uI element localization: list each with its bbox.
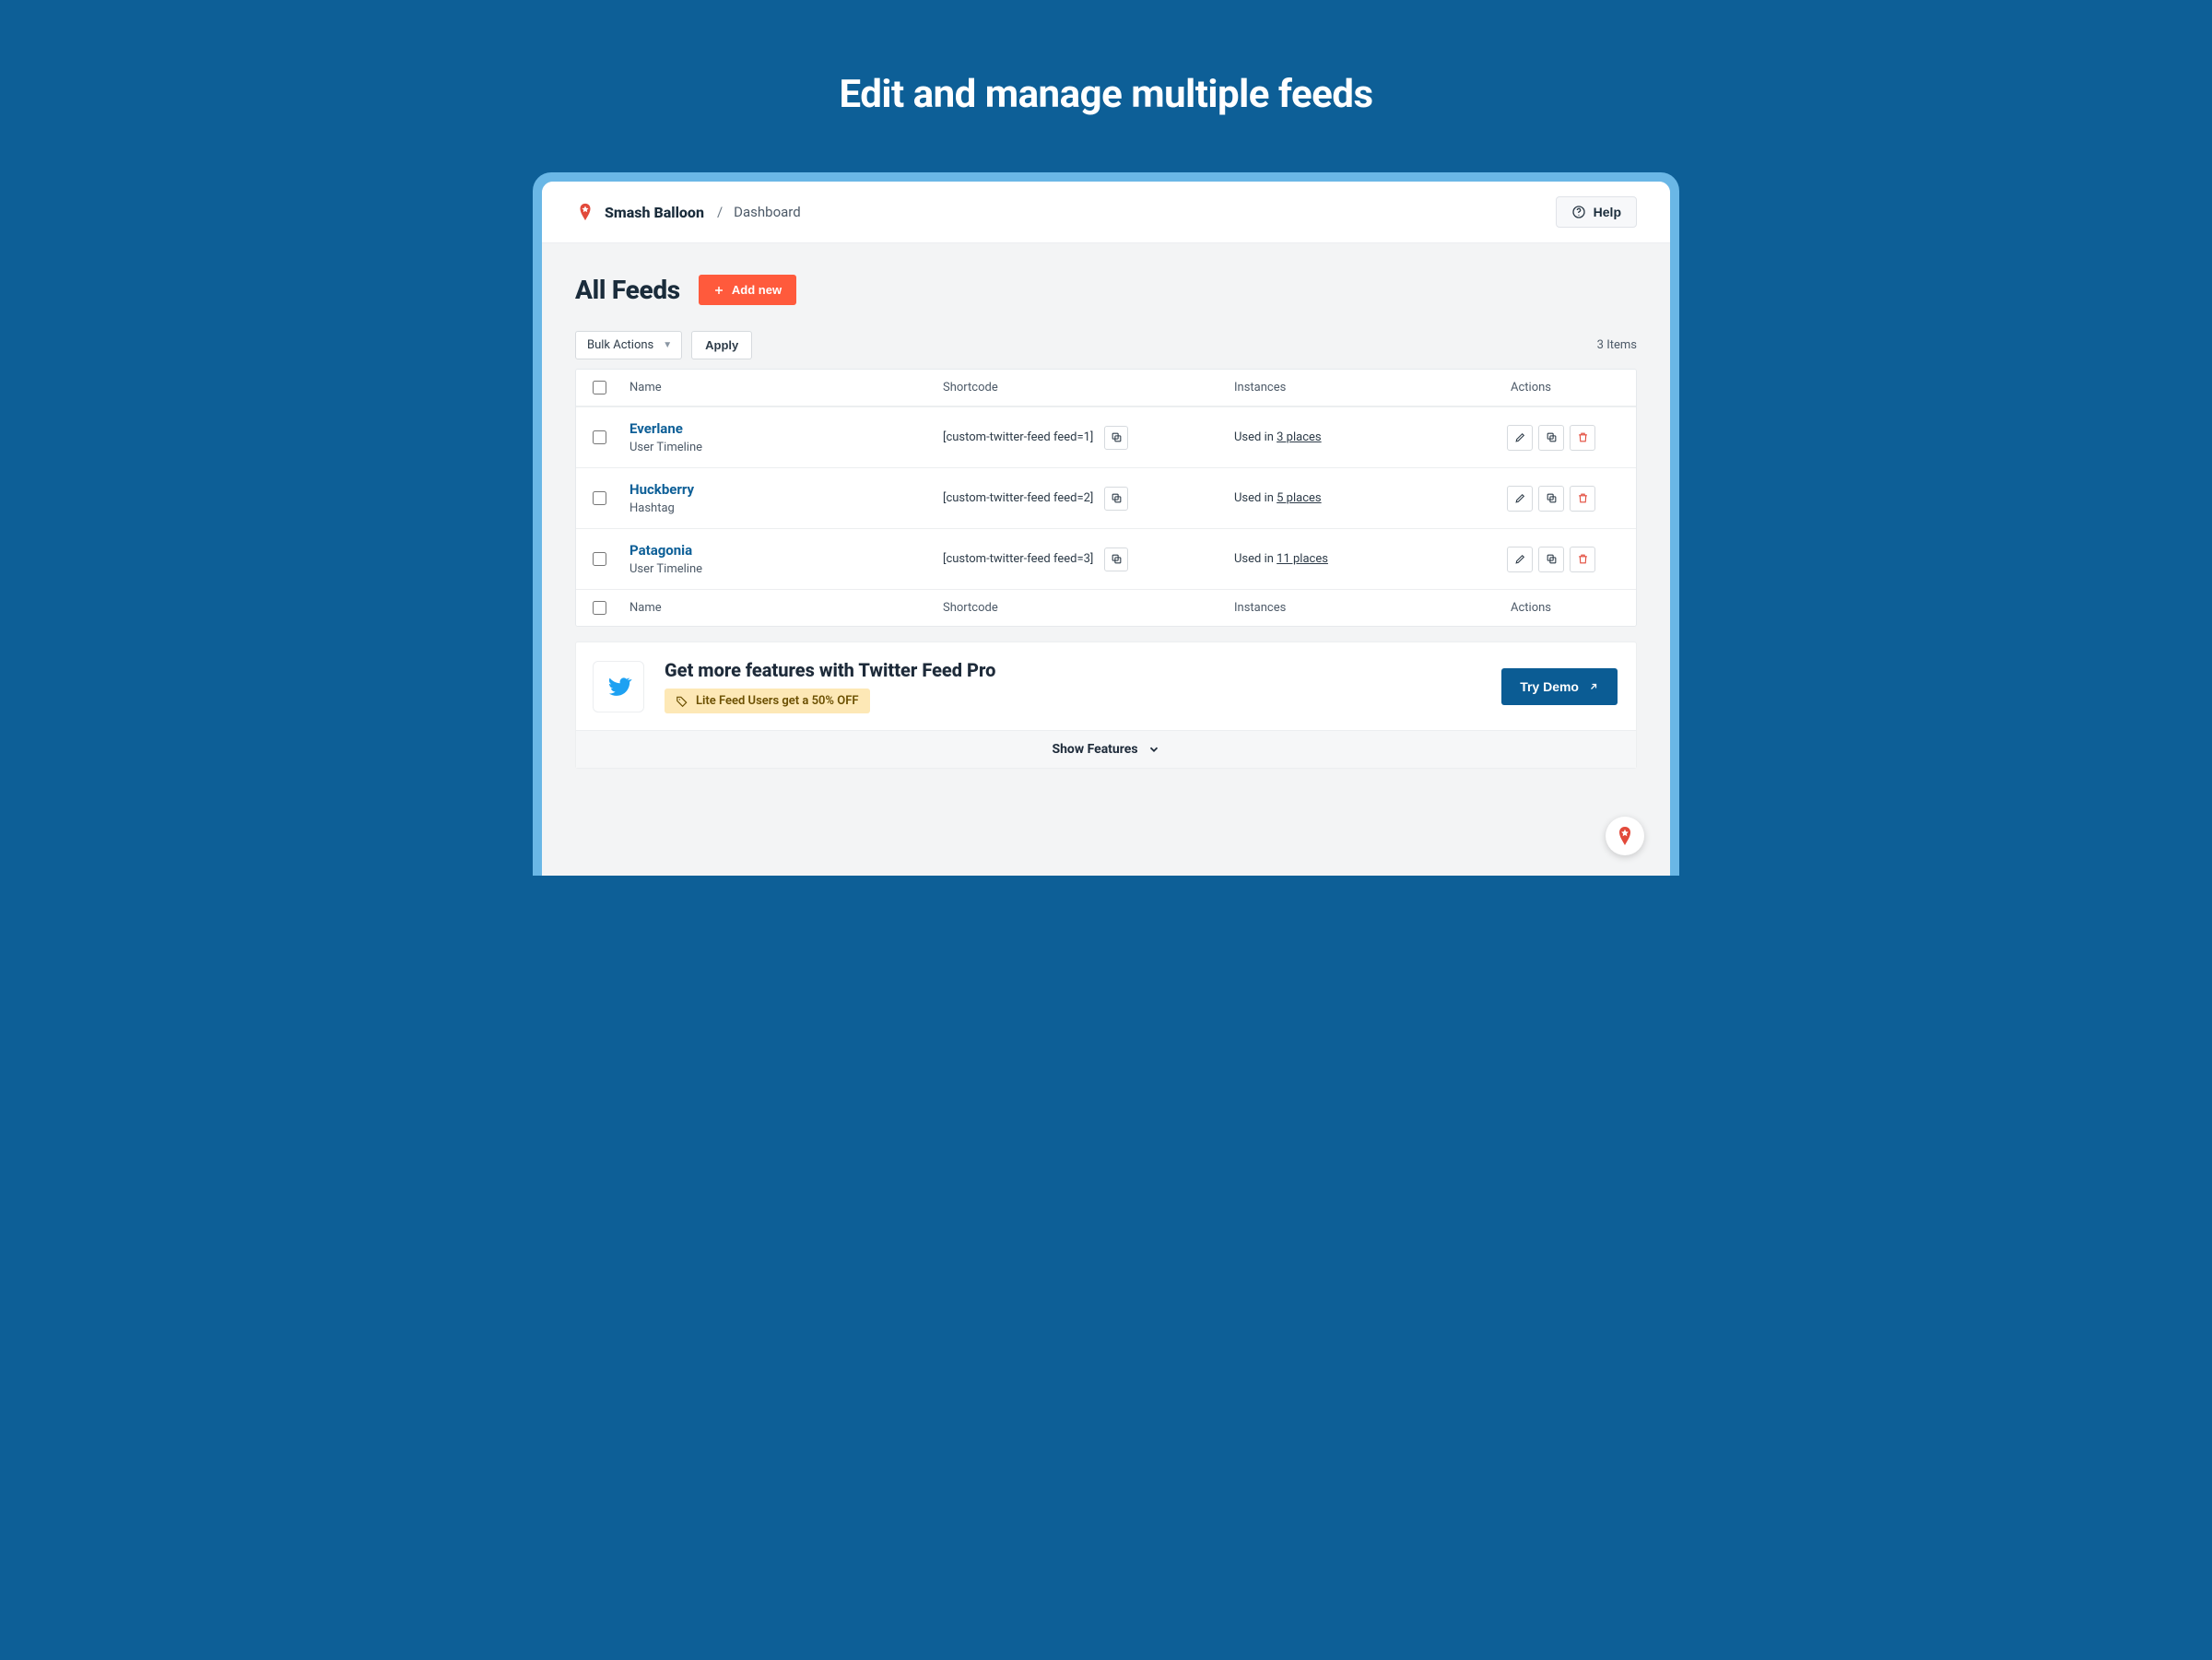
shortcode-text: [custom-twitter-feed feed=2] <box>943 491 1093 505</box>
feeds-table: Name Shortcode Instances Actions Everlan… <box>575 369 1637 627</box>
topbar: Smash Balloon / Dashboard Help <box>542 182 1670 243</box>
add-new-label: Add new <box>732 283 782 297</box>
col-shortcode: Shortcode <box>935 381 1227 394</box>
table-row: Patagonia User Timeline [custom-twitter-fe… <box>576 528 1636 589</box>
copy-shortcode-button[interactable] <box>1104 547 1128 571</box>
table-header: Name Shortcode Instances Actions <box>576 370 1636 406</box>
items-count: 3 Items <box>1597 338 1637 352</box>
promo-card: Get more features with Twitter Feed Pro … <box>575 642 1637 769</box>
table-row: Everlane User Timeline [custom-twitter-fee… <box>576 406 1636 467</box>
instances-link[interactable]: 11 places <box>1277 552 1328 566</box>
breadcrumb: Dashboard <box>734 204 801 220</box>
promo-title: Get more features with Twitter Feed Pro <box>665 659 995 681</box>
bulk-actions-select[interactable]: Bulk Actions ▼ <box>575 331 682 359</box>
bulk-actions-label: Bulk Actions <box>587 338 653 352</box>
brand-logo-icon <box>1614 825 1636 847</box>
brand-name: Smash Balloon <box>605 204 704 221</box>
trash-icon <box>1577 553 1589 565</box>
copy-shortcode-button[interactable] <box>1104 487 1128 511</box>
delete-button[interactable] <box>1570 547 1595 572</box>
row-checkbox[interactable] <box>593 491 606 505</box>
select-all-checkbox-footer[interactable] <box>593 601 606 615</box>
feed-type: User Timeline <box>629 562 928 576</box>
promo-badge-text: Lite Feed Users get a 50% OFF <box>696 694 859 708</box>
instances-text: Used in 3 places <box>1227 430 1503 444</box>
page-title: All Feeds <box>575 275 680 305</box>
chevron-down-icon: ▼ <box>663 340 672 350</box>
instances-link[interactable]: 5 places <box>1277 491 1321 505</box>
copy-icon <box>1111 553 1123 565</box>
col-actions: Actions <box>1503 381 1636 394</box>
plus-icon <box>713 285 724 296</box>
duplicate-button[interactable] <box>1538 547 1564 572</box>
show-features-label: Show Features <box>1052 742 1137 757</box>
brand-logo-icon <box>575 202 595 222</box>
select-all-checkbox[interactable] <box>593 381 606 394</box>
help-button-label: Help <box>1594 205 1621 219</box>
try-demo-label: Try Demo <box>1520 679 1579 694</box>
shortcode-text: [custom-twitter-feed feed=3] <box>943 552 1093 566</box>
duplicate-button[interactable] <box>1538 425 1564 451</box>
app-shell: Smash Balloon / Dashboard Help All Feeds <box>533 172 1679 876</box>
delete-button[interactable] <box>1570 486 1595 512</box>
col-name-footer: Name <box>622 601 935 615</box>
twitter-icon <box>593 661 644 712</box>
trash-icon <box>1577 492 1589 504</box>
feed-name-link[interactable]: Huckberry <box>629 481 928 498</box>
pencil-icon <box>1514 553 1526 565</box>
breadcrumb-separator: / <box>717 204 723 220</box>
feed-name-link[interactable]: Patagonia <box>629 542 928 559</box>
feed-type: Hashtag <box>629 501 928 515</box>
copy-icon <box>1111 492 1123 504</box>
help-icon <box>1571 205 1586 219</box>
instances-link[interactable]: 3 places <box>1277 430 1321 444</box>
pencil-icon <box>1514 492 1526 504</box>
apply-button[interactable]: Apply <box>691 331 752 359</box>
col-actions-footer: Actions <box>1503 601 1636 615</box>
help-button[interactable]: Help <box>1556 196 1637 228</box>
floating-support-button[interactable] <box>1606 817 1644 855</box>
copy-icon <box>1111 431 1123 443</box>
table-footer: Name Shortcode Instances Actions <box>576 589 1636 626</box>
row-checkbox[interactable] <box>593 552 606 566</box>
chevron-down-icon <box>1147 743 1160 756</box>
trash-icon <box>1577 431 1589 443</box>
instances-text: Used in 11 places <box>1227 552 1503 566</box>
add-new-button[interactable]: Add new <box>699 275 796 305</box>
brand: Smash Balloon / Dashboard <box>575 202 801 222</box>
delete-button[interactable] <box>1570 425 1595 451</box>
col-name: Name <box>622 381 935 394</box>
shortcode-text: [custom-twitter-feed feed=1] <box>943 430 1093 444</box>
copy-icon <box>1546 431 1558 443</box>
edit-button[interactable] <box>1507 425 1533 451</box>
try-demo-button[interactable]: Try Demo <box>1501 668 1618 705</box>
feed-name-link[interactable]: Everlane <box>629 420 928 437</box>
row-checkbox[interactable] <box>593 430 606 444</box>
copy-icon <box>1546 553 1558 565</box>
edit-button[interactable] <box>1507 547 1533 572</box>
edit-button[interactable] <box>1507 486 1533 512</box>
copy-icon <box>1546 492 1558 504</box>
col-instances: Instances <box>1227 381 1503 394</box>
hero-title: Edit and manage multiple feeds <box>522 0 1690 172</box>
duplicate-button[interactable] <box>1538 486 1564 512</box>
promo-badge: Lite Feed Users get a 50% OFF <box>665 689 870 713</box>
show-features-toggle[interactable]: Show Features <box>576 730 1636 768</box>
col-shortcode-footer: Shortcode <box>935 601 1227 615</box>
table-row: Huckberry Hashtag [custom-twitter-feed fee… <box>576 467 1636 528</box>
instances-text: Used in 5 places <box>1227 491 1503 505</box>
copy-shortcode-button[interactable] <box>1104 426 1128 450</box>
arrow-up-right-icon <box>1588 681 1599 692</box>
pencil-icon <box>1514 431 1526 443</box>
tag-icon <box>676 695 688 708</box>
col-instances-footer: Instances <box>1227 601 1503 615</box>
feed-type: User Timeline <box>629 441 928 454</box>
